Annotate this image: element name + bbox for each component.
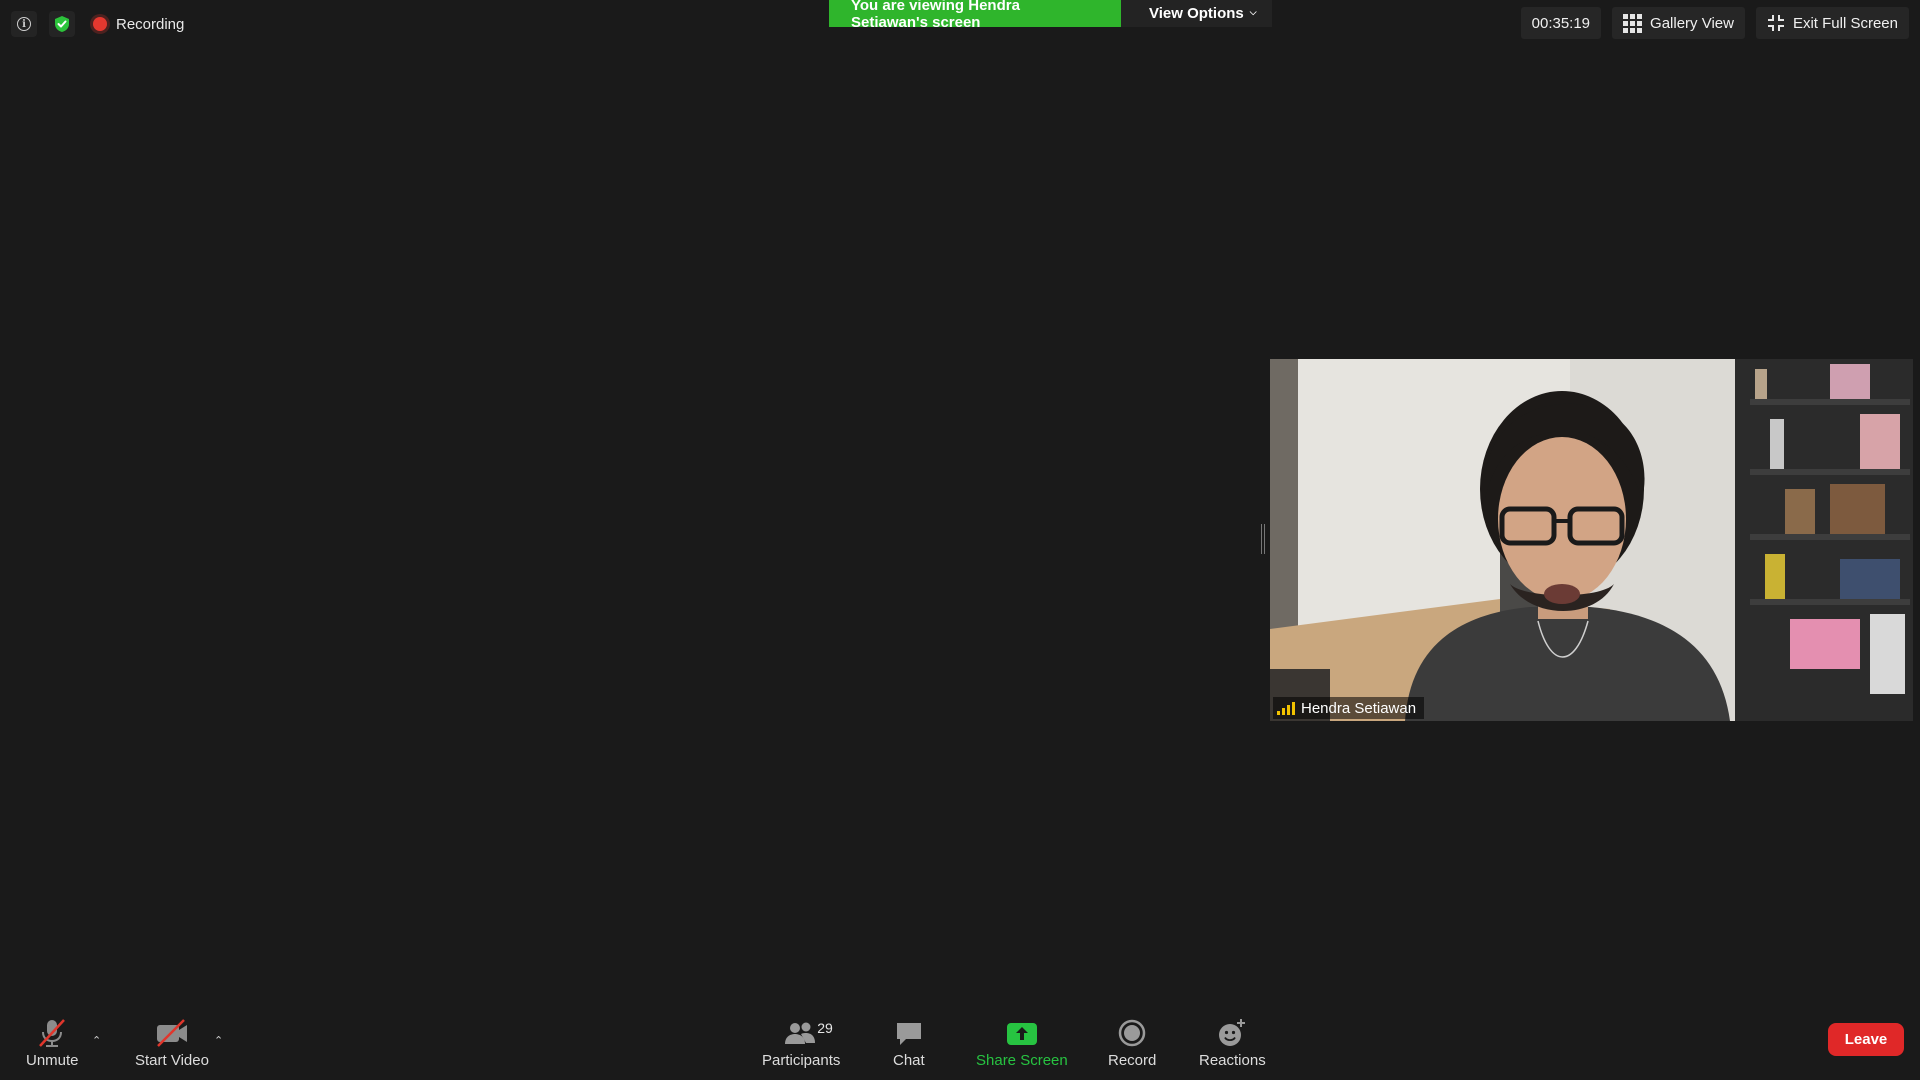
start-video-button[interactable]: Start Video [135, 1018, 209, 1069]
record-icon [1117, 1018, 1147, 1048]
participant-name-tag: Hendra Setiawan [1273, 697, 1425, 719]
recording-indicator[interactable]: Recording [93, 16, 184, 33]
participants-button[interactable]: 29 Participants [762, 1018, 840, 1069]
timer-text: 00:35:19 [1531, 14, 1591, 32]
grid-icon [1623, 13, 1643, 33]
view-options-button[interactable]: View Options ⌵ [1121, 0, 1272, 27]
gallery-view-label: Gallery View [1650, 14, 1734, 32]
signal-bars-icon [1277, 701, 1295, 715]
meeting-timer: 00:35:19 [1520, 7, 1602, 39]
panel-resize-handle[interactable] [1261, 524, 1265, 554]
meeting-status-bar: i Recording [11, 11, 184, 37]
meeting-window: i Recording You are viewing Hendra Setia… [0, 0, 1920, 1080]
recording-dot-icon [93, 17, 107, 31]
participants-count: 29 [817, 1020, 833, 1036]
meeting-info-button[interactable]: i [11, 11, 37, 37]
video-options-caret-icon[interactable]: ⌃ [214, 1034, 223, 1047]
video-off-icon [154, 1018, 190, 1048]
share-arrow-icon [1006, 1018, 1038, 1048]
unmute-button[interactable]: Unmute [26, 1018, 79, 1069]
gallery-view-button[interactable]: Gallery View [1612, 7, 1745, 39]
exit-fullscreen-label: Exit Full Screen [1792, 14, 1898, 32]
reactions-button[interactable]: Reactions [1199, 1018, 1266, 1069]
people-icon: 29 [783, 1018, 833, 1048]
smiley-plus-icon [1216, 1018, 1248, 1048]
info-icon: i [17, 17, 31, 31]
view-options-label: View Options [1149, 5, 1244, 22]
participant-video-tile[interactable]: Hendra Setiawan [1270, 359, 1913, 721]
share-screen-button[interactable]: Share Screen [976, 1018, 1068, 1069]
shield-check-icon [55, 16, 69, 32]
share-screen-label: Share Screen [976, 1052, 1068, 1069]
viewing-screen-notice: You are viewing Hendra Setiawan's screen [829, 0, 1121, 31]
mic-off-icon [36, 1018, 68, 1048]
leave-button[interactable]: Leave [1828, 1023, 1904, 1056]
exit-fullscreen-button[interactable]: Exit Full Screen [1755, 7, 1909, 39]
participant-video-feed [1270, 359, 1913, 721]
collapse-icon [1767, 15, 1784, 31]
reactions-label: Reactions [1199, 1052, 1266, 1069]
screen-share-banner: You are viewing Hendra Setiawan's screen… [829, 0, 1272, 31]
unmute-label: Unmute [26, 1052, 79, 1069]
top-right-controls: 00:35:19 Gallery View Exit Full Screen [1520, 7, 1909, 39]
security-button[interactable] [49, 11, 75, 37]
participant-name: Hendra Setiawan [1301, 699, 1417, 717]
chat-label: Chat [893, 1052, 925, 1069]
chat-bubble-icon [894, 1018, 924, 1048]
record-label: Record [1108, 1052, 1157, 1069]
meeting-toolbar: Unmute ⌃ Start Video ⌃ 29 Participants C… [0, 1010, 1920, 1080]
participants-label: Participants [762, 1052, 841, 1069]
record-button[interactable]: Record [1108, 1018, 1156, 1069]
chevron-down-icon: ⌵ [1249, 7, 1257, 17]
chat-button[interactable]: Chat [893, 1018, 925, 1069]
recording-label: Recording [116, 15, 185, 33]
start-video-label: Start Video [135, 1052, 209, 1069]
audio-options-caret-icon[interactable]: ⌃ [92, 1034, 101, 1047]
